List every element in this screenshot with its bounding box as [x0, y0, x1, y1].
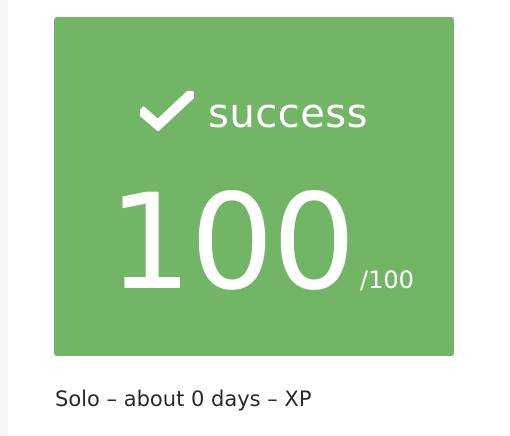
score-max: /100: [360, 266, 414, 294]
status-row: success: [54, 89, 454, 139]
score-value: 100: [108, 166, 356, 320]
result-card: success 100 /100: [54, 17, 454, 356]
score-row: 100 /100: [54, 166, 454, 320]
result-caption: Solo – about 0 days – XP: [55, 387, 312, 411]
page-edge: [0, 0, 8, 436]
check-icon: [140, 91, 195, 131]
status-label: success: [208, 91, 368, 137]
